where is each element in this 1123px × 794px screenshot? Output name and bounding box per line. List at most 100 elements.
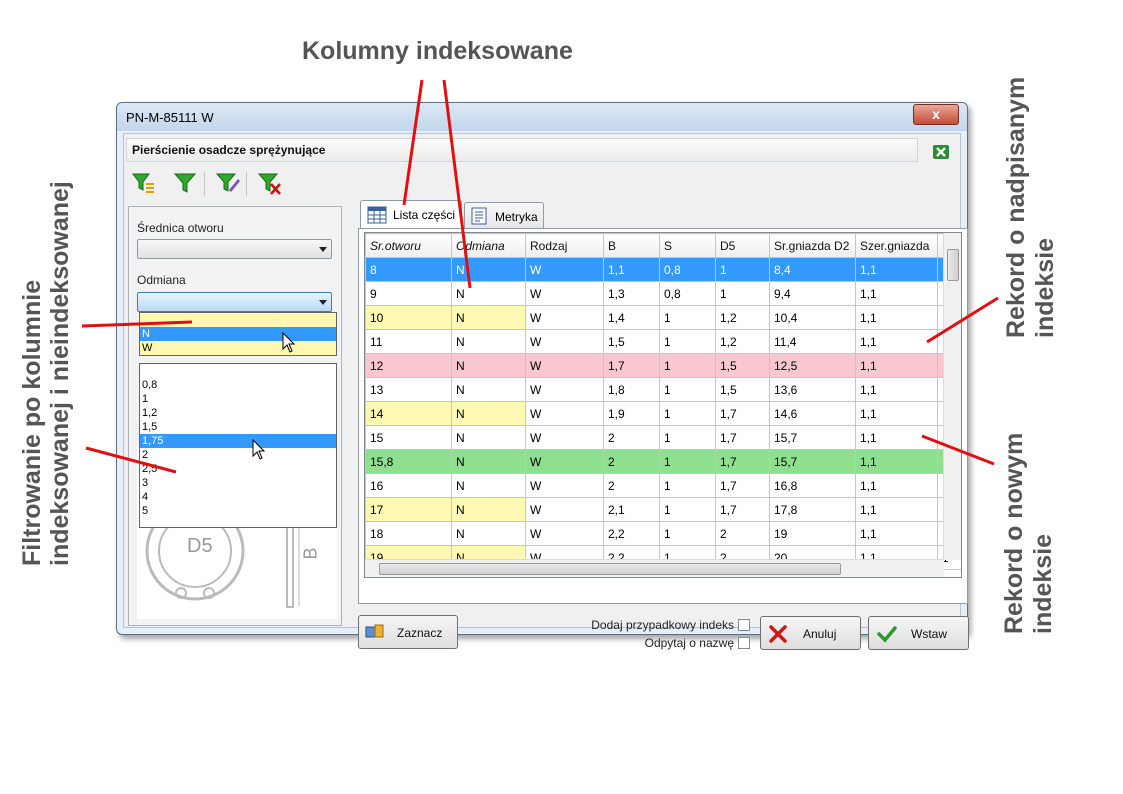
table-cell[interactable]: 19 — [769, 521, 856, 546]
tab-parts-list[interactable]: Lista części — [360, 200, 462, 230]
table-cell[interactable]: 9,4 — [769, 281, 856, 306]
table-cell[interactable]: 1,1 — [855, 521, 938, 546]
table-cell[interactable]: 1 — [659, 329, 716, 354]
diameter-option[interactable]: 0,8 — [140, 378, 336, 392]
horizontal-scrollbar[interactable] — [365, 559, 944, 577]
table-cell[interactable]: 1,2 — [715, 329, 770, 354]
insert-button[interactable]: Wstaw — [868, 616, 969, 650]
diameter-option-selected[interactable]: 1,75 — [140, 434, 336, 448]
table-cell[interactable]: 17 — [365, 497, 452, 522]
table-cell[interactable]: 1,5 — [715, 353, 770, 378]
table-cell[interactable]: 0,8 — [659, 281, 716, 306]
table-cell[interactable]: 12,5 — [769, 353, 856, 378]
table-cell[interactable]: N — [451, 425, 526, 450]
table-cell[interactable]: 1,7 — [603, 353, 660, 378]
table-cell[interactable]: 18 — [365, 521, 452, 546]
table-cell[interactable]: 15 — [365, 425, 452, 450]
table-cell[interactable]: 1 — [715, 257, 770, 282]
table-cell[interactable]: 17,8 — [769, 497, 856, 522]
table-cell[interactable]: 1 — [659, 497, 716, 522]
filter-edit-icon[interactable] — [214, 170, 240, 196]
table-cell[interactable]: 1,5 — [715, 377, 770, 402]
variant-combobox[interactable] — [137, 292, 332, 312]
table-cell[interactable]: 1 — [715, 281, 770, 306]
ask-name-checkbox[interactable] — [738, 637, 750, 649]
diameter-option[interactable]: 4 — [140, 490, 336, 504]
column-header[interactable]: Rodzaj — [525, 233, 604, 258]
table-row[interactable]: 11NW1,511,211,41,11 — [365, 329, 961, 354]
table-cell[interactable]: N — [451, 353, 526, 378]
table-cell[interactable]: 1,7 — [715, 473, 770, 498]
table-row[interactable]: 18NW2,212191,11 — [365, 521, 961, 546]
table-cell[interactable]: 11 — [365, 329, 452, 354]
table-row[interactable]: 10NW1,411,210,41,11 — [365, 305, 961, 330]
table-cell[interactable]: 9 — [365, 281, 452, 306]
table-cell[interactable]: 1,1 — [855, 353, 938, 378]
vertical-scrollbar[interactable] — [943, 233, 961, 560]
table-cell[interactable]: 13 — [365, 377, 452, 402]
table-cell[interactable]: W — [525, 401, 604, 426]
table-cell[interactable]: 1,1 — [855, 497, 938, 522]
filter-clear-icon[interactable] — [256, 170, 282, 196]
table-cell[interactable]: N — [451, 281, 526, 306]
table-cell[interactable]: 10 — [365, 305, 452, 330]
variant-option-n[interactable]: N — [140, 327, 336, 341]
table-cell[interactable]: 1,1 — [855, 257, 938, 282]
table-cell[interactable]: 1,7 — [715, 497, 770, 522]
filter-icon[interactable] — [172, 170, 198, 196]
diameter-option[interactable]: 5 — [140, 504, 336, 518]
table-row[interactable]: 13NW1,811,513,61,11 — [365, 377, 961, 402]
diameter-option[interactable]: 1,2 — [140, 406, 336, 420]
diameter-option[interactable]: 2,5 — [140, 462, 336, 476]
table-cell[interactable]: W — [525, 329, 604, 354]
table-cell[interactable]: N — [451, 377, 526, 402]
table-cell[interactable]: 1,9 — [603, 401, 660, 426]
table-cell[interactable]: 1 — [659, 521, 716, 546]
table-cell[interactable]: 1,4 — [603, 305, 660, 330]
table-cell[interactable]: 8 — [365, 257, 452, 282]
column-header[interactable]: Odmiana — [451, 233, 526, 258]
diameter-combobox[interactable] — [137, 239, 332, 259]
table-cell[interactable]: 2,2 — [603, 521, 660, 546]
diameter-option[interactable]: 3 — [140, 476, 336, 490]
table-cell[interactable]: N — [451, 257, 526, 282]
table-cell[interactable]: N — [451, 329, 526, 354]
table-cell[interactable]: W — [525, 473, 604, 498]
table-cell[interactable]: 2 — [715, 521, 770, 546]
table-cell[interactable]: 1,7 — [715, 425, 770, 450]
table-cell[interactable]: 1,3 — [603, 281, 660, 306]
table-cell[interactable]: W — [525, 353, 604, 378]
table-cell[interactable]: N — [451, 473, 526, 498]
table-cell[interactable]: 15,7 — [769, 449, 856, 474]
table-row[interactable]: 14NW1,911,714,61,11 — [365, 401, 961, 426]
diameter-option[interactable]: 1 — [140, 392, 336, 406]
diameter-option[interactable]: 2 — [140, 448, 336, 462]
variant-option-w[interactable]: W — [140, 341, 336, 355]
table-cell[interactable]: 1,1 — [855, 329, 938, 354]
table-cell[interactable]: 1,1 — [855, 473, 938, 498]
column-header[interactable]: Sr.gniazda D2 — [769, 233, 856, 258]
table-cell[interactable]: 1,1 — [855, 425, 938, 450]
table-cell[interactable]: 1,8 — [603, 377, 660, 402]
table-row[interactable]: 12NW1,711,512,51,11 — [365, 353, 961, 378]
table-cell[interactable]: W — [525, 449, 604, 474]
diameter-option[interactable]: 1,5 — [140, 420, 336, 434]
table-cell[interactable]: 1 — [659, 305, 716, 330]
table-cell[interactable]: 2,1 — [603, 497, 660, 522]
table-cell[interactable]: W — [525, 257, 604, 282]
random-index-checkbox[interactable] — [738, 619, 750, 631]
table-cell[interactable]: 1,1 — [603, 257, 660, 282]
column-header[interactable]: B — [603, 233, 660, 258]
table-cell[interactable]: W — [525, 521, 604, 546]
table-cell[interactable]: 1,7 — [715, 449, 770, 474]
table-cell[interactable]: 10,4 — [769, 305, 856, 330]
table-cell[interactable]: 1 — [659, 473, 716, 498]
table-cell[interactable]: 1 — [659, 377, 716, 402]
column-header[interactable]: D5 — [715, 233, 770, 258]
table-cell[interactable]: N — [451, 305, 526, 330]
excel-export-icon[interactable] — [932, 144, 950, 160]
table-row[interactable]: 15,8NW211,715,71,11 — [365, 449, 961, 474]
table-cell[interactable]: N — [451, 449, 526, 474]
table-cell[interactable]: 1,1 — [855, 449, 938, 474]
scroll-thumb[interactable] — [947, 249, 959, 281]
